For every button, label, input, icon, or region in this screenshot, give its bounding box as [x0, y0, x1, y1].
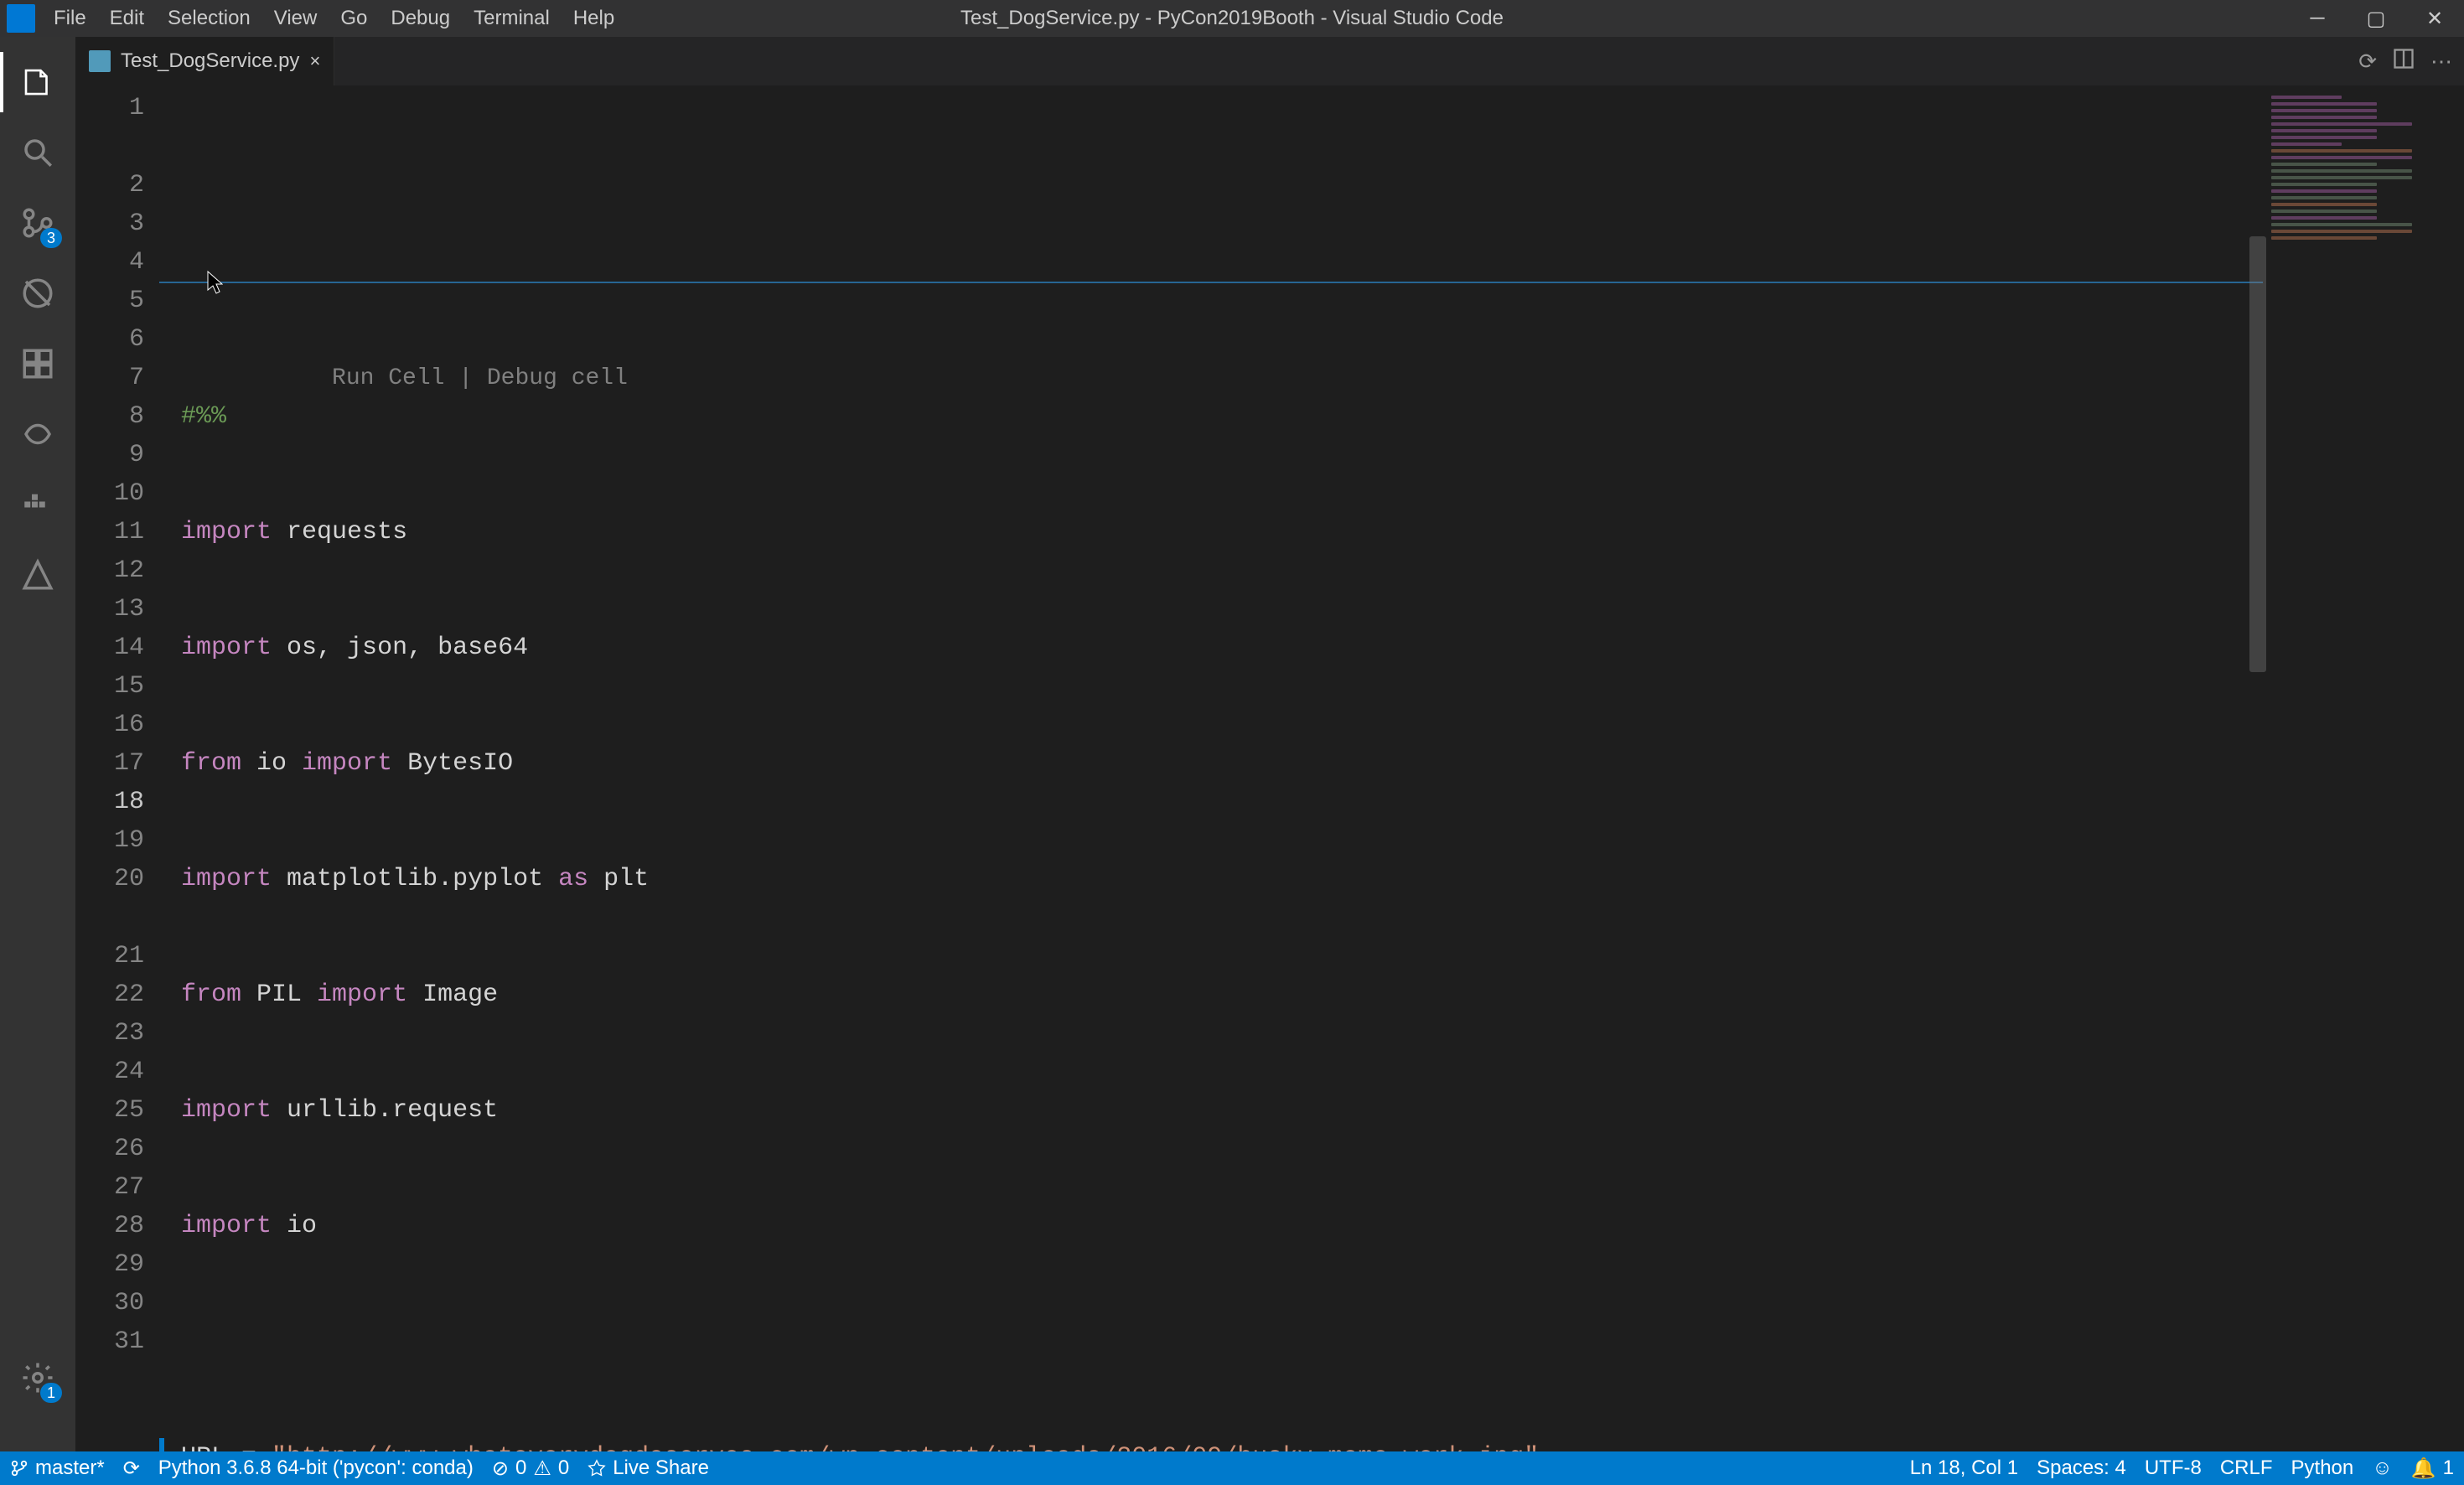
tab-close-icon[interactable]: × [309, 50, 320, 72]
search-icon[interactable] [0, 117, 75, 188]
compare-changes-icon[interactable]: ⟳ [2358, 49, 2377, 75]
minimize-icon[interactable]: ─ [2288, 0, 2347, 37]
vertical-scrollbar[interactable] [2249, 236, 2266, 672]
menu-file[interactable]: File [42, 3, 98, 34]
menu-go[interactable]: Go [329, 3, 379, 34]
codelens-debug-cell-1[interactable]: Debug cell [487, 365, 628, 391]
settings-gear-icon[interactable]: 1 [0, 1343, 75, 1413]
menu-bar: File Edit Selection View Go Debug Termin… [42, 3, 626, 34]
liveshare-activity-icon[interactable] [0, 399, 75, 469]
extensions-icon[interactable] [0, 329, 75, 399]
minimap[interactable] [2263, 85, 2464, 1451]
sync-icon[interactable]: ⟳ [123, 1457, 140, 1481]
feedback-smile-icon[interactable]: ☺ [2372, 1457, 2393, 1480]
scm-badge: 3 [40, 228, 62, 248]
more-actions-icon[interactable]: ⋯ [2430, 49, 2452, 75]
menu-selection[interactable]: Selection [156, 3, 262, 34]
encoding-status[interactable]: UTF-8 [2145, 1457, 2202, 1480]
menu-edit[interactable]: Edit [98, 3, 156, 34]
indent-status[interactable]: Spaces: 4 [2037, 1457, 2126, 1480]
title-bar: File Edit Selection View Go Debug Termin… [0, 0, 2464, 37]
branch-label: master* [35, 1457, 105, 1480]
liveshare-status[interactable]: Live Share [588, 1457, 709, 1480]
editor[interactable]: 1 2 3 4 5 6 7 8 9 10 11 12 13 14 15 16 1… [75, 85, 2464, 1451]
explorer-icon[interactable] [0, 47, 75, 117]
maximize-icon[interactable]: ▢ [2347, 0, 2405, 37]
cursor-position-status[interactable]: Ln 18, Col 1 [1910, 1457, 2018, 1480]
menu-help[interactable]: Help [562, 3, 626, 34]
notifications-icon[interactable]: 🔔1 [2411, 1457, 2454, 1481]
split-editor-icon[interactable] [2392, 47, 2415, 76]
azure-icon[interactable] [0, 540, 75, 610]
menu-terminal[interactable]: Terminal [462, 3, 562, 34]
eol-status[interactable]: CRLF [2220, 1457, 2273, 1480]
debug-icon[interactable] [0, 258, 75, 329]
git-branch-status[interactable]: master* [10, 1457, 105, 1480]
editor-area: Test_DogService.py × ⟳ ⋯ 1 2 3 4 5 6 7 8… [75, 37, 2464, 1451]
language-mode-status[interactable]: Python [2291, 1457, 2354, 1480]
tab-label: Test_DogService.py [121, 49, 299, 73]
source-control-icon[interactable]: 3 [0, 188, 75, 258]
vscode-app-icon [7, 4, 35, 33]
settings-badge: 1 [40, 1383, 62, 1403]
python-env-status[interactable]: Python 3.6.8 64-bit ('pycon': conda) [158, 1457, 474, 1480]
url-literal[interactable]: http://www.whateverydogdeserves.com/wp-c… [287, 1443, 1524, 1451]
line-number-gutter: 1 2 3 4 5 6 7 8 9 10 11 12 13 14 15 16 1… [75, 85, 159, 1451]
tab-test-dogservice[interactable]: Test_DogService.py × [75, 37, 334, 85]
codelens-run-cell-1[interactable]: Run Cell [332, 365, 444, 391]
window-controls: ─ ▢ ✕ [2288, 0, 2464, 37]
activity-bar: 3 1 [0, 37, 75, 1451]
menu-debug[interactable]: Debug [379, 3, 462, 34]
python-file-icon [89, 50, 111, 72]
code-content[interactable]: Run Cell | Debug cell #%% import request… [159, 85, 2263, 1451]
docker-icon[interactable] [0, 469, 75, 540]
tab-bar: Test_DogService.py × ⟳ ⋯ [75, 37, 2464, 85]
window-title: Test_DogService.py - PyCon2019Booth - Vi… [960, 7, 1504, 30]
status-bar: master* ⟳ Python 3.6.8 64-bit ('pycon': … [0, 1451, 2464, 1485]
problems-status[interactable]: ⊘0 ⚠0 [492, 1457, 569, 1481]
menu-view[interactable]: View [262, 3, 329, 34]
close-icon[interactable]: ✕ [2405, 0, 2464, 37]
